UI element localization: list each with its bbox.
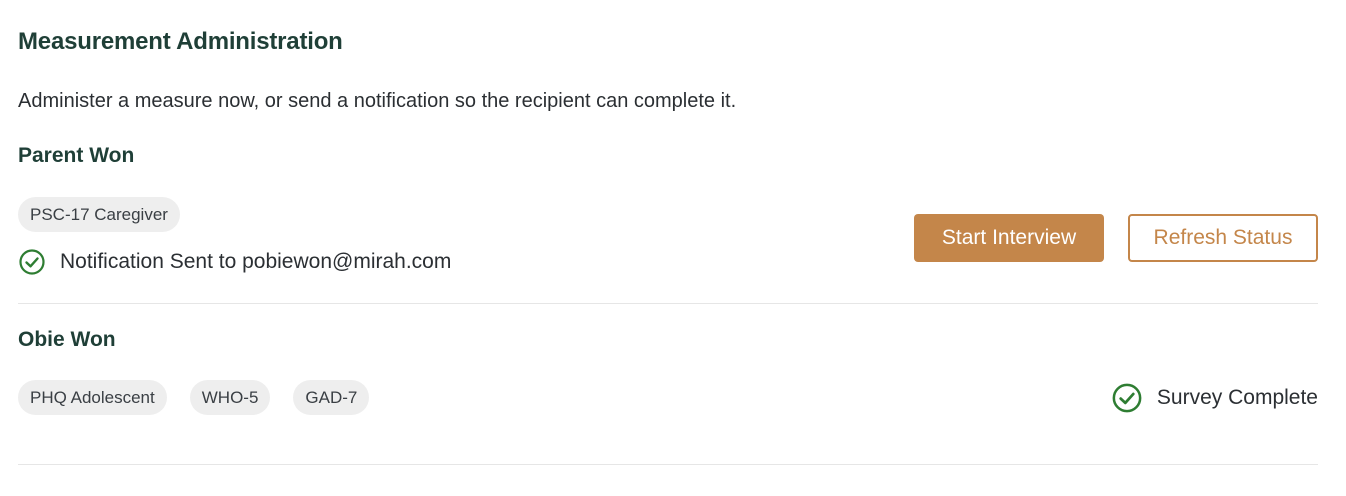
recipient-name: Obie Won [18,328,116,351]
measure-chips: PHQ Adolescent WHO-5 GAD-7 [18,380,370,415]
measure-chip: GAD-7 [293,380,370,415]
section-divider [18,464,1318,465]
refresh-status-button[interactable]: Refresh Status [1128,214,1318,262]
survey-complete-status: Survey Complete [1111,382,1318,414]
notification-status: Notification Sent to pobiewon@mirah.com [18,248,451,276]
recipient-section-obie: Obie Won PHQ Adolescent WHO-5 GAD-7 Surv… [18,328,1318,465]
notification-status-text: Notification Sent to pobiewon@mirah.com [60,250,452,273]
measure-chips: PSC-17 Caregiver [18,197,180,232]
page-title: Measurement Administration [18,28,343,55]
section-divider [18,303,1318,304]
recipient-section-parent: Parent Won PSC-17 Caregiver Notification… [18,144,1318,304]
recipient-name: Parent Won [18,144,135,167]
check-circle-icon [19,249,45,275]
start-interview-button[interactable]: Start Interview [914,214,1104,262]
measure-chip: WHO-5 [189,380,271,415]
measure-chip: PHQ Adolescent [18,380,167,415]
survey-complete-text: Survey Complete [1156,386,1318,409]
check-circle-icon [1112,383,1142,413]
page-subtitle: Administer a measure now, or send a noti… [18,90,737,112]
measure-chip: PSC-17 Caregiver [18,197,180,232]
measurement-administration-panel: Measurement Administration Administer a … [0,0,1346,496]
